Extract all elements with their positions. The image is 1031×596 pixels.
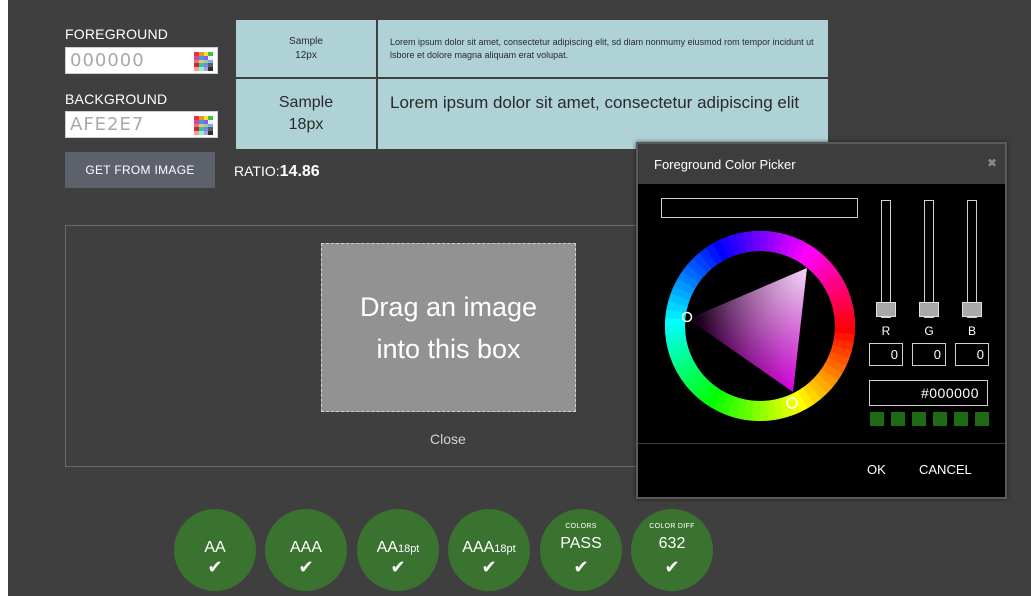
- sample-title: Sample: [278, 94, 334, 111]
- picker-title: Foreground Color Picker: [654, 157, 796, 172]
- sample-row-12px: Sample 12px Lorem ipsum dolor sit amet, …: [234, 18, 830, 79]
- check-icon: ✔: [481, 557, 497, 578]
- red-label: R: [881, 324, 891, 338]
- image-drop-zone[interactable]: Drag an image into this box: [321, 243, 576, 412]
- ratio-label: RATIO:: [234, 163, 280, 179]
- hex-value-input[interactable]: [869, 380, 988, 406]
- swatch[interactable]: [975, 412, 989, 426]
- badge-label: PASS: [560, 535, 602, 552]
- badge-aaa-18pt: AAA18pt ✔: [448, 509, 530, 591]
- badge-sub-label: 18pt: [494, 543, 516, 555]
- close-icon[interactable]: ✖: [987, 156, 997, 170]
- sample-text: Lorem ipsum dolor sit amet, consectetur …: [390, 36, 814, 60]
- sample-text: Lorem ipsum dolor sit amet, consectetur …: [390, 93, 800, 112]
- badge-label: AAA: [289, 539, 322, 556]
- sample-text-cell: Lorem ipsum dolor sit amet, consectetur …: [376, 18, 830, 79]
- badge-color-diff: COLOR DIFF 632 ✔: [631, 509, 713, 591]
- check-icon: ✔: [664, 557, 680, 578]
- color-palette-icon[interactable]: [194, 116, 213, 135]
- sample-size-cell: Sample 12px: [234, 18, 378, 79]
- picker-divider: [638, 443, 1005, 444]
- swatch[interactable]: [912, 412, 926, 426]
- slider-thumb[interactable]: [962, 302, 982, 317]
- slider-thumb[interactable]: [876, 302, 896, 317]
- ok-button[interactable]: OK: [867, 462, 886, 477]
- blue-label: B: [967, 324, 976, 338]
- saturation-triangle-highlight: [688, 268, 807, 392]
- badge-aa-18pt: AA18pt ✔: [357, 509, 439, 591]
- sample-title: Sample: [289, 35, 323, 47]
- blue-slider[interactable]: [962, 200, 982, 318]
- sample-text-cell: Lorem ipsum dolor sit amet, consectetur …: [376, 77, 830, 151]
- contrast-ratio: RATIO:14.86: [234, 163, 320, 181]
- green-label: G: [924, 324, 934, 338]
- blue-value-input[interactable]: [955, 343, 989, 366]
- badge-aaa: AAA ✔: [265, 509, 347, 591]
- check-icon: ✔: [298, 557, 314, 578]
- swatch[interactable]: [933, 412, 947, 426]
- foreground-label: FOREGROUND: [65, 26, 169, 42]
- close-drop-link[interactable]: Close: [430, 431, 466, 447]
- background-label: BACKGROUND: [65, 91, 168, 107]
- badge-colors-pass: COLORS PASS ✔: [540, 509, 622, 591]
- badge-aa: AA ✔: [174, 509, 256, 591]
- slider-thumb[interactable]: [919, 302, 939, 317]
- badge-sub-label: 18pt: [397, 543, 420, 555]
- foreground-input-wrap: [65, 47, 218, 74]
- badge-label: AAA: [462, 539, 495, 556]
- cancel-button[interactable]: CANCEL: [919, 462, 972, 477]
- check-icon: ✔: [390, 557, 406, 578]
- swatch[interactable]: [954, 412, 968, 426]
- color-preview-bar: [661, 198, 858, 218]
- swatch[interactable]: [870, 412, 884, 426]
- contrast-checker-app: FOREGROUND BACKGROUND GET FROM IMAGE RAT…: [8, 0, 1031, 596]
- badge-top-label: COLORS: [565, 523, 597, 530]
- foreground-color-picker-dialog: Foreground Color Picker ✖ R G B 0 0 0 #0…: [636, 142, 1007, 499]
- sample-size: 12px: [295, 49, 317, 61]
- color-wheel[interactable]: [662, 228, 858, 424]
- green-value-input[interactable]: [912, 343, 946, 366]
- green-slider[interactable]: [919, 200, 939, 318]
- get-from-image-button[interactable]: GET FROM IMAGE: [65, 152, 215, 188]
- sample-row-18px: Sample 18px Lorem ipsum dolor sit amet, …: [234, 77, 830, 151]
- sample-size-cell: Sample 18px: [234, 77, 378, 151]
- check-icon: ✔: [573, 557, 589, 578]
- sample-preview-table: Sample 12px Lorem ipsum dolor sit amet, …: [234, 18, 830, 151]
- swatch[interactable]: [891, 412, 905, 426]
- badge-label: AA: [204, 539, 226, 556]
- check-icon: ✔: [207, 557, 223, 578]
- red-value-input[interactable]: [869, 343, 903, 366]
- background-input-wrap: [65, 111, 218, 138]
- sample-size: 18px: [288, 116, 324, 133]
- badge-top-label: COLOR DIFF: [649, 523, 695, 530]
- color-palette-icon[interactable]: [194, 52, 213, 71]
- red-slider[interactable]: [876, 200, 896, 318]
- ratio-value: 14.86: [279, 163, 320, 180]
- badge-label: 632: [658, 535, 686, 552]
- badge-label: AA: [376, 539, 398, 556]
- picker-header: Foreground Color Picker ✖: [638, 144, 1005, 184]
